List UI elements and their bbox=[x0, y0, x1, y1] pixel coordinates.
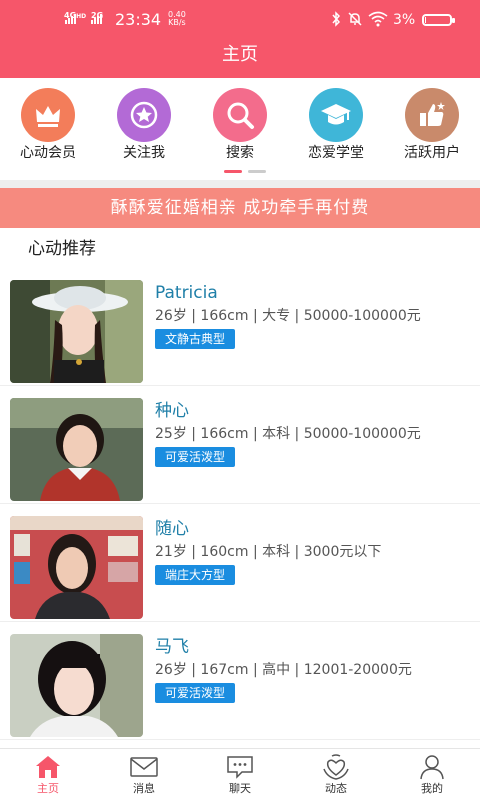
profile-photo bbox=[10, 634, 143, 737]
category-label: 心动会员 bbox=[20, 145, 76, 161]
battery-icon bbox=[422, 14, 455, 26]
section-title: 心动推荐 bbox=[28, 239, 96, 259]
person-icon bbox=[420, 755, 444, 780]
thumbs-up-icon bbox=[405, 88, 459, 142]
category-label: 活跃用户 bbox=[404, 145, 460, 161]
nav-home[interactable]: 主页 bbox=[0, 749, 96, 800]
bottom-nav: 主页 消息 聊天 动态 我的 bbox=[0, 748, 480, 800]
category-follow-me[interactable]: 关注我 bbox=[96, 78, 192, 176]
search-icon bbox=[213, 88, 267, 142]
promo-banner[interactable]: 酥酥爱征婚相亲 成功牵手再付费 bbox=[0, 188, 480, 228]
profile-name: Patricia bbox=[155, 283, 218, 303]
signal-bars-2-icon bbox=[91, 14, 102, 24]
category-label: 关注我 bbox=[123, 145, 165, 161]
nav-messages[interactable]: 消息 bbox=[96, 749, 192, 800]
bluetooth-icon bbox=[332, 11, 341, 27]
category-search[interactable]: 搜索 bbox=[192, 78, 288, 176]
nav-label: 我的 bbox=[421, 782, 443, 795]
profile-photo bbox=[10, 280, 143, 383]
nav-label: 动态 bbox=[325, 782, 347, 795]
personality-tag: 可爱活泼型 bbox=[155, 683, 236, 703]
profile-photo bbox=[10, 398, 143, 501]
hd-label: HD bbox=[76, 13, 87, 20]
battery-percent: 3% bbox=[393, 12, 416, 28]
category-label: 恋爱学堂 bbox=[308, 145, 364, 161]
personality-tag: 可爱活泼型 bbox=[155, 447, 236, 467]
profile-card[interactable]: 随心 21岁 | 160cm | 本科 | 3000元以下 端庄大方型 bbox=[0, 504, 480, 622]
personality-tag: 文静古典型 bbox=[155, 329, 236, 349]
chat-icon bbox=[227, 756, 253, 779]
profile-card[interactable]: 种心 25岁 | 166cm | 本科 | 50000-100000元 可爱活泼… bbox=[0, 386, 480, 504]
page-title: 主页 bbox=[222, 44, 258, 65]
profile-name: 马飞 bbox=[155, 637, 189, 657]
category-love-school[interactable]: 恋爱学堂 bbox=[288, 78, 384, 176]
mute-bell-icon bbox=[348, 12, 362, 26]
category-active-users[interactable]: 活跃用户 bbox=[384, 78, 480, 176]
profile-details: 21岁 | 160cm | 本科 | 3000元以下 bbox=[155, 544, 382, 560]
star-icon bbox=[117, 88, 171, 142]
heart-hands-icon bbox=[323, 754, 349, 780]
nav-label: 主页 bbox=[37, 782, 59, 795]
status-bar: 4GHD 2G 23:34 0.40 KB/s 3% bbox=[0, 0, 480, 38]
home-icon bbox=[36, 756, 60, 778]
profile-details: 26岁 | 167cm | 高中 | 12001-20000元 bbox=[155, 662, 412, 678]
personality-tag: 端庄大方型 bbox=[155, 565, 236, 585]
divider bbox=[0, 180, 480, 188]
signal-bars-icon bbox=[65, 14, 76, 24]
nav-profile[interactable]: 我的 bbox=[384, 749, 480, 800]
envelope-icon bbox=[130, 757, 158, 777]
crown-icon bbox=[21, 88, 75, 142]
profile-details: 26岁 | 166cm | 大专 | 50000-100000元 bbox=[155, 308, 421, 324]
profile-name: 随心 bbox=[155, 519, 189, 539]
profile-card[interactable]: Patricia 26岁 | 166cm | 大专 | 50000-100000… bbox=[0, 268, 480, 386]
category-grid: 心动会员 关注我 搜索 恋爱学堂 活跃用户 bbox=[0, 78, 480, 176]
graduation-cap-icon bbox=[309, 88, 363, 142]
nav-label: 聊天 bbox=[229, 782, 251, 795]
profile-card[interactable]: 马飞 26岁 | 167cm | 高中 | 12001-20000元 可爱活泼型 bbox=[0, 622, 480, 740]
profile-photo bbox=[10, 516, 143, 619]
profile-details: 25岁 | 166cm | 本科 | 50000-100000元 bbox=[155, 426, 421, 442]
wifi-icon bbox=[368, 11, 388, 27]
pager-dot-active bbox=[224, 170, 242, 173]
pager-dot bbox=[248, 170, 266, 173]
network-speed: 0.40 KB/s bbox=[168, 11, 186, 27]
profile-name: 种心 bbox=[155, 401, 189, 421]
nav-label: 消息 bbox=[133, 782, 155, 795]
clock: 23:34 bbox=[115, 10, 162, 29]
nav-moments[interactable]: 动态 bbox=[288, 749, 384, 800]
category-label: 搜索 bbox=[226, 145, 254, 161]
category-vip[interactable]: 心动会员 bbox=[0, 78, 96, 176]
top-bar: 4GHD 2G 23:34 0.40 KB/s 3% 主页 bbox=[0, 0, 480, 78]
nav-chat[interactable]: 聊天 bbox=[192, 749, 288, 800]
speed-unit: KB/s bbox=[168, 18, 186, 27]
